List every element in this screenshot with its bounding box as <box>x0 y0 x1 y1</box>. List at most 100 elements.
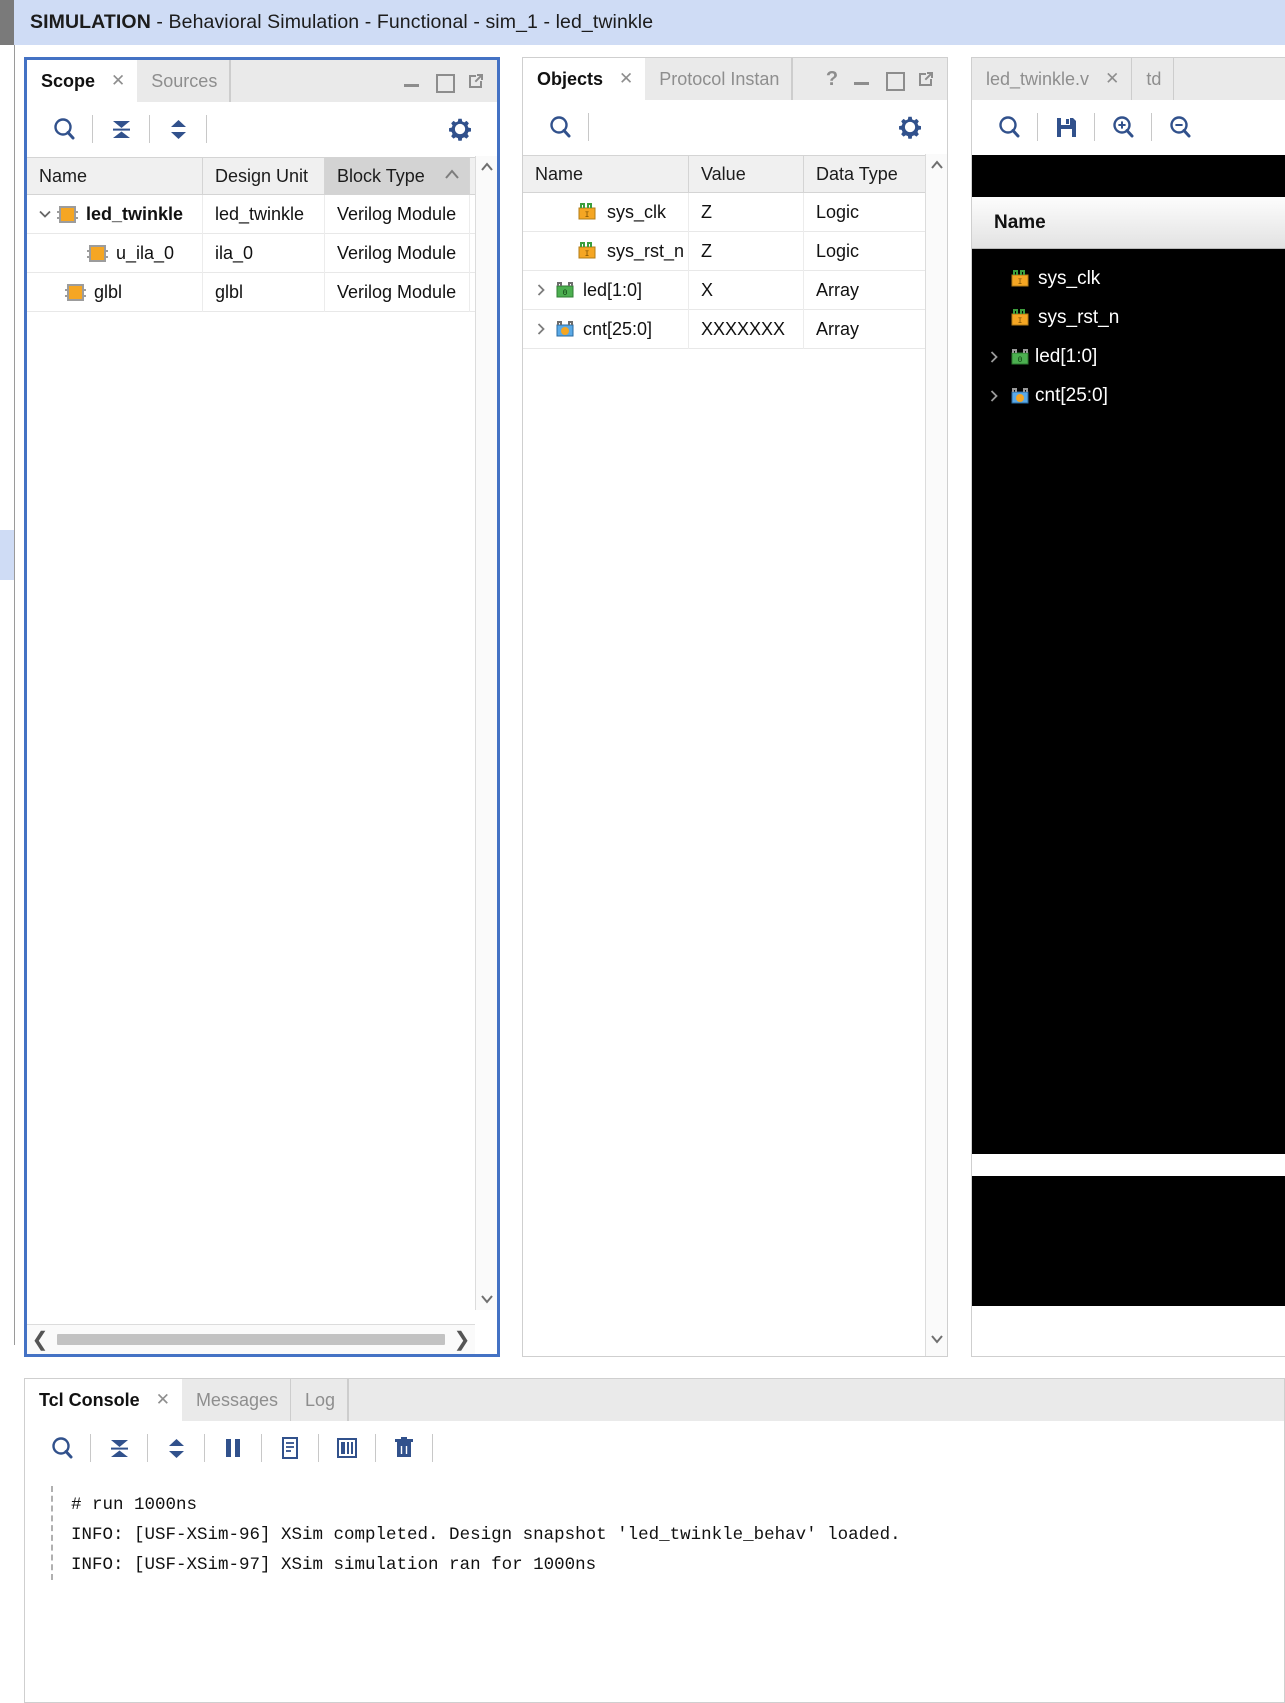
table-row[interactable]: glbl glbl Verilog Module <box>27 272 497 312</box>
table-row[interactable]: led_twinkle led_twinkle Verilog Module <box>27 194 497 234</box>
table-row[interactable]: I sys_clk Z Logic <box>523 192 947 232</box>
chevron-right-icon[interactable] <box>986 388 1010 404</box>
object-row-name: led[1:0] <box>583 279 643 300</box>
object-row-name: cnt[25:0] <box>583 318 653 339</box>
tab-led-twinkle-v[interactable]: led_twinkle.v ✕ <box>972 58 1133 100</box>
tab-sources-label: Sources <box>151 70 218 91</box>
waveform-signal-name: sys_rst_n <box>1038 306 1120 328</box>
scope-horizontal-scrollbar[interactable]: ❮ ❯ <box>27 1324 475 1354</box>
help-icon[interactable]: ? <box>825 69 839 89</box>
waveform-pane-divider[interactable] <box>972 1154 1285 1176</box>
chevron-right-icon[interactable] <box>533 321 555 337</box>
close-icon[interactable]: ✕ <box>1105 69 1119 89</box>
objects-tabbar-filler <box>792 58 813 100</box>
verilog-module-icon <box>57 205 78 223</box>
close-icon[interactable]: ✕ <box>156 1390 170 1410</box>
waveform-name-column-header[interactable]: Name <box>972 197 1285 249</box>
console-line: INFO: [USF-XSim-96] XSim completed. Desi… <box>71 1525 901 1545</box>
search-icon[interactable] <box>39 1428 85 1468</box>
maximize-icon[interactable] <box>435 72 455 93</box>
objects-panel: Objects ✕ Protocol Instan ? Name Value D… <box>522 57 948 1357</box>
settings-gear-icon[interactable] <box>887 107 933 147</box>
float-icon[interactable] <box>917 70 935 88</box>
table-row[interactable]: u_ila_0 ila_0 Verilog Module <box>27 233 497 273</box>
collapse-all-icon[interactable] <box>96 1428 142 1468</box>
save-icon[interactable] <box>1043 107 1089 147</box>
tab-objects[interactable]: Objects ✕ <box>523 58 646 100</box>
tab-log[interactable]: Log <box>291 1379 349 1421</box>
tab-messages[interactable]: Messages <box>182 1379 291 1421</box>
console-line: INFO: [USF-XSim-97] XSim simulation ran … <box>71 1555 597 1575</box>
waveform-signal-row[interactable]: I sys_rst_n <box>972 298 1285 337</box>
scope-vertical-scrollbar[interactable] <box>475 156 497 1310</box>
minimize-icon[interactable] <box>403 72 421 90</box>
tcl-console-panel: Tcl Console ✕ Messages Log # run 1000ns … <box>24 1378 1285 1703</box>
table-row[interactable]: cnt[25:0] XXXXXXX Array <box>523 309 947 349</box>
scroll-down-icon[interactable] <box>476 1288 498 1310</box>
chevron-down-icon[interactable] <box>37 206 59 222</box>
maximize-icon[interactable] <box>885 70 905 91</box>
expand-all-icon[interactable] <box>153 1428 199 1468</box>
scroll-up-icon[interactable] <box>926 154 948 176</box>
waveform-signal-name: sys_clk <box>1038 267 1101 289</box>
scope-row-design-unit: ila_0 <box>203 233 325 273</box>
settings-gear-icon[interactable] <box>437 109 483 149</box>
tab-testbench[interactable]: td <box>1132 58 1175 100</box>
waveform-signal-name: cnt[25:0] <box>1035 384 1108 406</box>
save-log-icon[interactable] <box>324 1428 370 1468</box>
search-icon[interactable] <box>986 107 1032 147</box>
float-icon[interactable] <box>467 72 485 90</box>
zoom-in-icon[interactable] <box>1100 107 1146 147</box>
column-header-design-unit[interactable]: Design Unit <box>203 157 325 195</box>
close-icon[interactable]: ✕ <box>111 71 125 91</box>
column-header-block-type[interactable]: Block Type <box>325 157 470 195</box>
expand-all-icon[interactable] <box>155 109 201 149</box>
waveform-signal-row[interactable]: 0 led[1:0] <box>972 337 1285 376</box>
collapse-all-icon[interactable] <box>98 109 144 149</box>
scope-window-controls <box>391 60 497 102</box>
tab-log-label: Log <box>304 1389 336 1410</box>
waveform-ruler-area <box>972 155 1285 197</box>
column-header-value[interactable]: Value <box>689 155 804 193</box>
search-icon[interactable] <box>537 107 583 147</box>
chevron-right-icon[interactable] <box>986 349 1010 365</box>
toolbar-separator <box>588 113 589 141</box>
scope-table-header: Name Design Unit Block Type <box>27 157 497 195</box>
scroll-down-icon[interactable] <box>926 1328 948 1350</box>
banner-drag-grip[interactable] <box>0 0 14 45</box>
minimize-icon[interactable] <box>853 70 871 88</box>
scroll-right-icon[interactable]: ❯ <box>449 1327 475 1352</box>
table-row[interactable]: 0 led[1:0] X Array <box>523 270 947 310</box>
column-header-block-type-label: Block Type <box>337 165 425 186</box>
toolbar-separator <box>90 1434 91 1462</box>
page-title: SIMULATION - Behavioral Simulation - Fun… <box>14 11 653 34</box>
svg-text:0: 0 <box>1018 356 1023 365</box>
objects-vertical-scrollbar[interactable] <box>925 154 947 1356</box>
column-header-name[interactable]: Name <box>27 157 203 195</box>
close-icon[interactable]: ✕ <box>619 69 633 89</box>
svg-text:I: I <box>1018 278 1023 287</box>
tab-protocol-instances[interactable]: Protocol Instan <box>645 58 793 100</box>
scroll-up-icon[interactable] <box>476 156 498 178</box>
column-header-data-type[interactable]: Data Type <box>804 155 925 193</box>
tab-scope[interactable]: Scope ✕ <box>27 60 138 102</box>
pause-icon[interactable] <box>210 1428 256 1468</box>
copy-icon[interactable] <box>267 1428 313 1468</box>
tab-sources[interactable]: Sources <box>137 60 231 102</box>
scrollbar-thumb[interactable] <box>57 1334 445 1345</box>
scroll-left-icon[interactable]: ❮ <box>27 1327 53 1352</box>
column-header-name[interactable]: Name <box>523 155 689 193</box>
table-row[interactable]: I sys_rst_n Z Logic <box>523 231 947 271</box>
banner-app-mode: SIMULATION <box>30 11 151 33</box>
waveform-signal-row[interactable]: I sys_clk <box>972 259 1285 298</box>
search-icon[interactable] <box>41 109 87 149</box>
left-edge-selection-strip[interactable] <box>0 530 14 580</box>
waveform-signal-row[interactable]: cnt[25:0] <box>972 376 1285 415</box>
zoom-out-icon[interactable] <box>1157 107 1203 147</box>
chevron-right-icon[interactable] <box>533 282 555 298</box>
logic-signal-icon: I <box>1010 308 1030 328</box>
tcl-console-output[interactable]: # run 1000ns INFO: [USF-XSim-96] XSim co… <box>25 1476 1284 1580</box>
tab-tcl-console[interactable]: Tcl Console ✕ <box>25 1379 182 1421</box>
console-line: # run 1000ns <box>71 1495 198 1515</box>
clear-icon[interactable] <box>381 1428 427 1468</box>
